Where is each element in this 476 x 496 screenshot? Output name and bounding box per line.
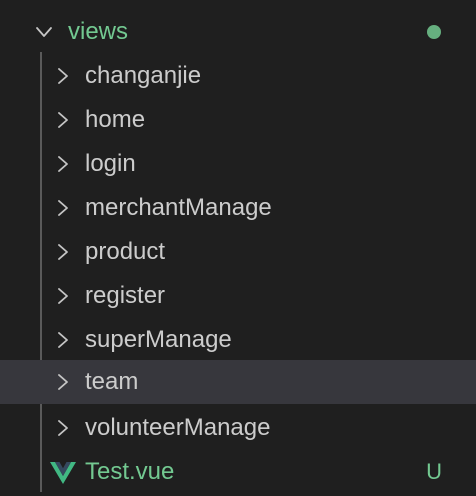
chevron-right-icon (55, 374, 71, 390)
folder-register[interactable]: register (0, 274, 476, 318)
folder-team[interactable]: team (0, 360, 476, 404)
folder-merchantmanage[interactable]: merchantManage (0, 186, 476, 230)
folder-label: views (68, 18, 129, 45)
chevron-right-icon (55, 200, 71, 216)
folder-supermanage[interactable]: superManage (0, 318, 476, 362)
folder-label: login (85, 150, 136, 177)
folder-login[interactable]: login (0, 142, 476, 186)
folder-label: volunteerManage (85, 414, 271, 441)
folder-label: team (85, 368, 139, 395)
chevron-right-icon (55, 332, 71, 348)
folder-label: superManage (85, 326, 232, 353)
git-status-badge: U (426, 459, 442, 484)
folder-label: product (85, 238, 166, 265)
folder-label: merchantManage (85, 194, 272, 221)
chevron-right-icon (55, 156, 71, 172)
chevron-right-icon (55, 420, 71, 436)
folder-label: home (85, 106, 146, 133)
folder-home[interactable]: home (0, 98, 476, 142)
file-label: Test.vue (85, 458, 175, 485)
clipped-row-above (0, 0, 476, 6)
folder-label: register (85, 282, 166, 309)
folder-views[interactable]: views (0, 10, 476, 54)
file-test-vue[interactable]: Test.vue U (0, 450, 476, 494)
chevron-right-icon (55, 244, 71, 260)
folder-label: changanjie (85, 62, 202, 89)
vue-file-icon (50, 462, 76, 484)
chevron-right-icon (55, 288, 71, 304)
chevron-right-icon (55, 68, 71, 84)
modified-dot-icon (427, 25, 441, 39)
folder-changanjie[interactable]: changanjie (0, 54, 476, 98)
chevron-down-icon (36, 24, 52, 40)
folder-product[interactable]: product (0, 230, 476, 274)
file-explorer-tree: views changanjie home login merchantMana… (0, 0, 476, 496)
chevron-right-icon (55, 112, 71, 128)
folder-volunteermanage[interactable]: volunteerManage (0, 406, 476, 450)
